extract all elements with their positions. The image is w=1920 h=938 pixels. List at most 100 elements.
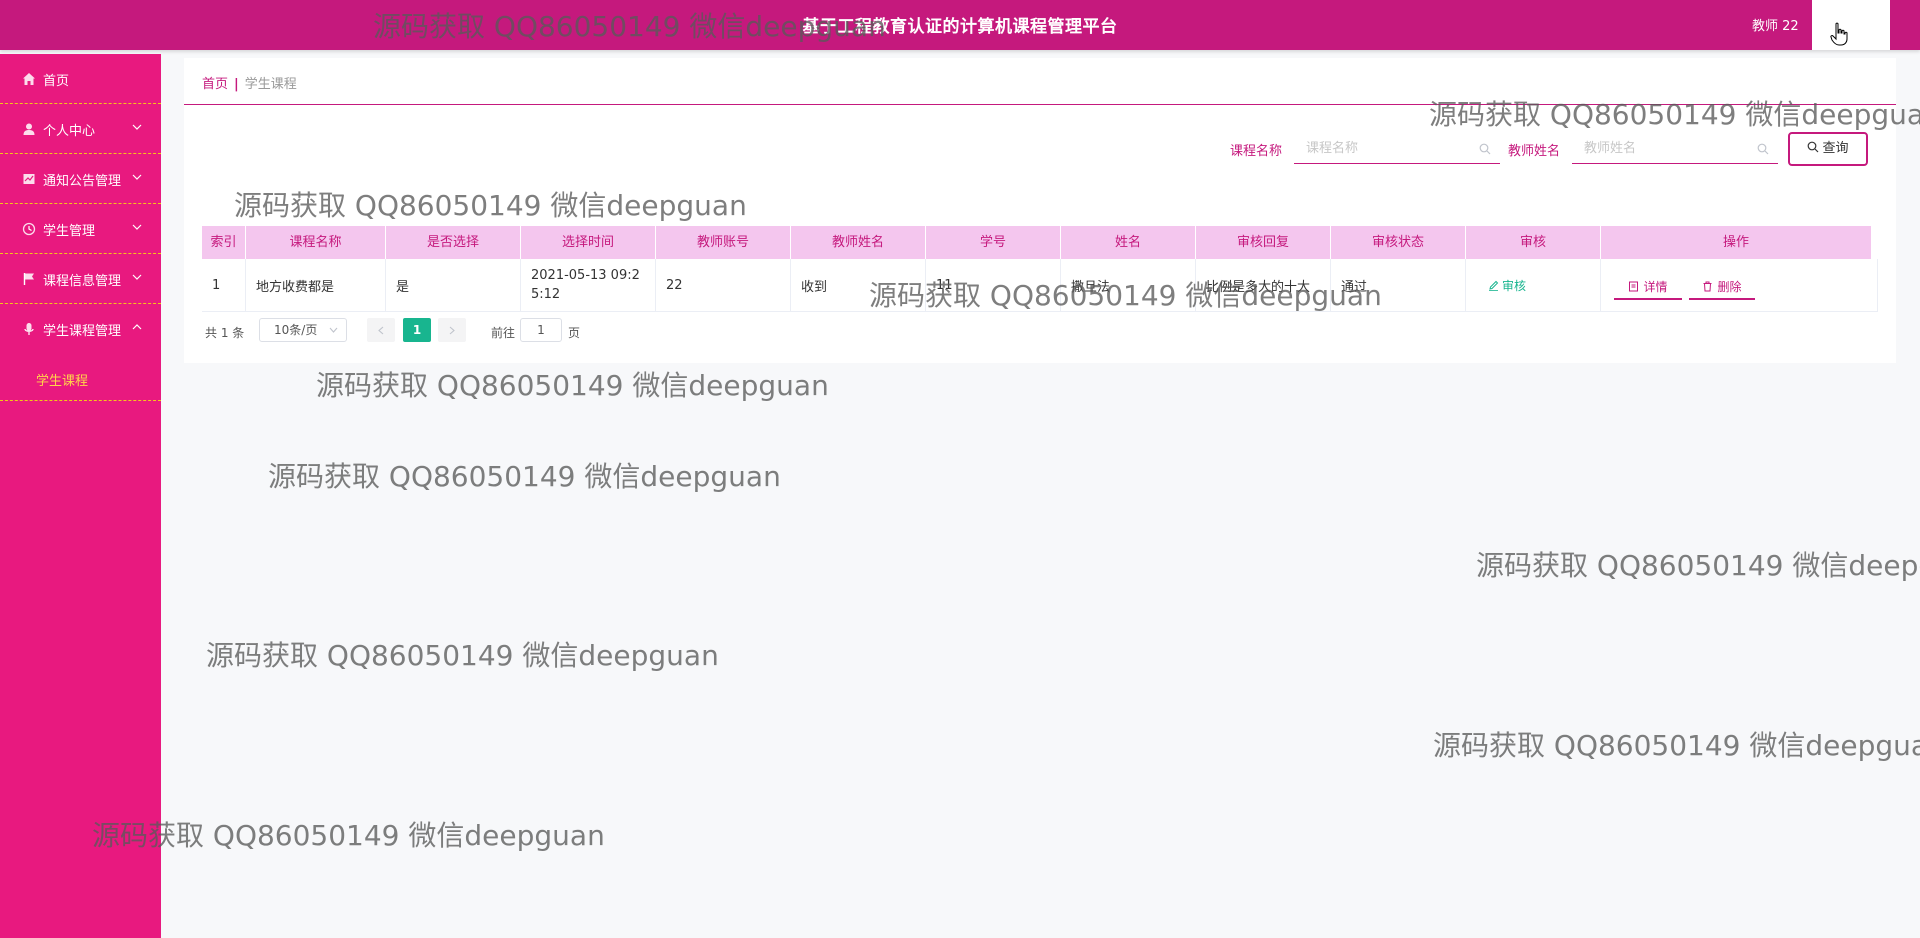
sidebar-item-label: 学生管理 [43, 224, 96, 239]
cell-course-name: 地方收费都是 [246, 259, 386, 311]
sidebar-subitem-student-course[interactable]: 学生课程 [0, 354, 161, 401]
column-header: 审核状态 [1331, 226, 1466, 259]
column-header: 学号 [926, 226, 1061, 259]
column-header: 选择时间 [521, 226, 656, 259]
cell-student-name: 撒旦法 [1061, 259, 1196, 311]
chevron-down-icon [132, 174, 142, 180]
pagination-total: 共 1 条 [205, 326, 245, 340]
logout-button[interactable]: 退出 [1812, 0, 1890, 50]
column-header: 姓名 [1061, 226, 1196, 259]
chevron-up-icon [132, 324, 142, 330]
app-title: 基于工程教育认证的计算机课程管理平台 [802, 17, 1118, 37]
course-name-label: 课程名称 [1230, 144, 1283, 159]
chevron-right-icon [449, 326, 455, 334]
sidebar-item-label: 首页 [43, 74, 70, 89]
watermark-text: 源码获取 QQ86050149 微信deepguan [92, 819, 605, 852]
column-header: 是否选择 [386, 226, 521, 259]
sidebar-item-notice-management[interactable]: 通知公告管理 [0, 154, 161, 204]
cell-audit-reply: 比例是多大的十大 [1196, 259, 1331, 311]
page-number-current[interactable]: 1 [403, 318, 431, 342]
course-name-input[interactable] [1294, 134, 1500, 164]
cell-audit: 审核 [1466, 259, 1601, 311]
watermark-text: 源码获取 QQ86050149 微信deepguan [316, 369, 829, 402]
chevron-left-icon [378, 326, 384, 334]
search-icon [1757, 143, 1769, 155]
delete-button[interactable]: 删除 [1689, 274, 1755, 300]
sidebar: 首页 个人中心 通知公告管理 学生管理 课程信息管理 学生课程管理 学生课程 [0, 54, 161, 938]
watermark-text: 源码获取 QQ86050149 微信deepguan [268, 460, 781, 493]
detail-button-label: 详情 [1643, 279, 1668, 294]
column-header: 审核回复 [1196, 226, 1331, 259]
column-header: 索引 [202, 226, 246, 259]
column-header: 审核 [1466, 226, 1601, 259]
sidebar-item-course-info-management[interactable]: 课程信息管理 [0, 254, 161, 304]
cell-teacher-account: 22 [656, 259, 791, 311]
column-header: 操作 [1601, 226, 1872, 259]
audit-button[interactable]: 审核 [1488, 277, 1526, 294]
column-header: 课程名称 [246, 226, 386, 259]
teacher-name-label: 教师姓名 [1508, 144, 1561, 159]
cell-selected: 是 [386, 259, 521, 311]
search-icon [1808, 141, 1819, 153]
cell-select-time: 2021-05-13 09:25:12 [521, 259, 656, 311]
flag-icon [23, 273, 34, 285]
cell-index: 1 [202, 259, 246, 311]
top-header: 基于工程教育认证的计算机课程管理平台 教师 22 退出 [0, 0, 1920, 50]
query-button[interactable]: 查询 [1788, 132, 1868, 166]
cell-audit-status: 通过 [1331, 259, 1466, 311]
cell-teacher-name: 收到 [791, 259, 926, 311]
document-icon [1629, 281, 1639, 291]
watermark-text: 源码获取 QQ86050149 微信deepguan [1433, 729, 1920, 762]
search-icon [1479, 143, 1491, 155]
logout-label: 退出 [1837, 17, 1864, 32]
notice-icon [23, 174, 35, 184]
detail-button[interactable]: 详情 [1614, 274, 1682, 300]
teacher-name-input[interactable] [1572, 134, 1778, 164]
watermark-text: 源码获取 QQ86050149 微信deepguan [1476, 549, 1920, 582]
watermark-text: 源码获取 QQ86050149 微信deepguan [206, 639, 719, 672]
page-size-value: 10条/页 [274, 323, 318, 337]
table-header: 索引 课程名称 是否选择 选择时间 教师账号 教师姓名 学号 姓名 审核回复 审… [202, 226, 1872, 259]
sidebar-item-student-course-management[interactable]: 学生课程管理 [0, 304, 161, 354]
home-icon [23, 73, 35, 85]
sidebar-item-personal-center[interactable]: 个人中心 [0, 104, 161, 154]
sidebar-item-home[interactable]: 首页 [0, 54, 161, 104]
audit-button-label: 审核 [1502, 278, 1527, 293]
query-button-label: 查询 [1822, 141, 1849, 156]
sidebar-item-label: 个人中心 [43, 124, 96, 139]
user-icon [23, 123, 35, 135]
sidebar-item-label: 通知公告管理 [43, 174, 122, 189]
hand-cursor-icon [1830, 22, 1848, 46]
goto-page-input[interactable] [520, 318, 562, 342]
sidebar-item-student-management[interactable]: 学生管理 [0, 204, 161, 254]
trash-icon [1703, 281, 1712, 291]
sidebar-item-label: 课程信息管理 [43, 274, 122, 289]
breadcrumb-home[interactable]: 首页 [202, 77, 228, 92]
delete-button-label: 删除 [1717, 279, 1742, 294]
pagination: 共 1 条 10条/页 1 前往 页 [184, 318, 884, 346]
edit-icon [1489, 280, 1499, 291]
chevron-down-icon [132, 274, 142, 280]
microphone-icon [24, 323, 34, 335]
current-user: 教师 22 [1752, 19, 1799, 34]
breadcrumb-current: 学生课程 [244, 77, 297, 92]
breadcrumb-separator: | [234, 77, 239, 92]
goto-suffix: 页 [568, 326, 581, 340]
sidebar-item-label: 学生课程管理 [43, 324, 122, 339]
page-size-select[interactable]: 10条/页 [259, 318, 347, 342]
sidebar-subitem-label: 学生课程 [36, 374, 89, 389]
cell-student-no: 11 [926, 259, 1061, 311]
column-header: 教师姓名 [791, 226, 926, 259]
breadcrumb-divider [184, 104, 1896, 105]
prev-page-button[interactable] [367, 318, 395, 342]
chevron-down-icon [132, 224, 142, 230]
breadcrumb: 首页 | 学生课程 [202, 73, 297, 92]
table-row: 1 地方收费都是 是 2021-05-13 09:25:12 22 收到 11 … [202, 259, 1878, 312]
next-page-button[interactable] [438, 318, 466, 342]
chevron-down-icon [132, 124, 142, 130]
column-header: 教师账号 [656, 226, 791, 259]
chevron-down-icon [329, 327, 338, 333]
goto-label: 前往 [491, 326, 516, 340]
main-panel: 首页 | 学生课程 课程名称 教师姓名 查询 索引 课程名称 是否选择 选择时间 教… [184, 58, 1896, 363]
clock-icon [22, 222, 36, 236]
